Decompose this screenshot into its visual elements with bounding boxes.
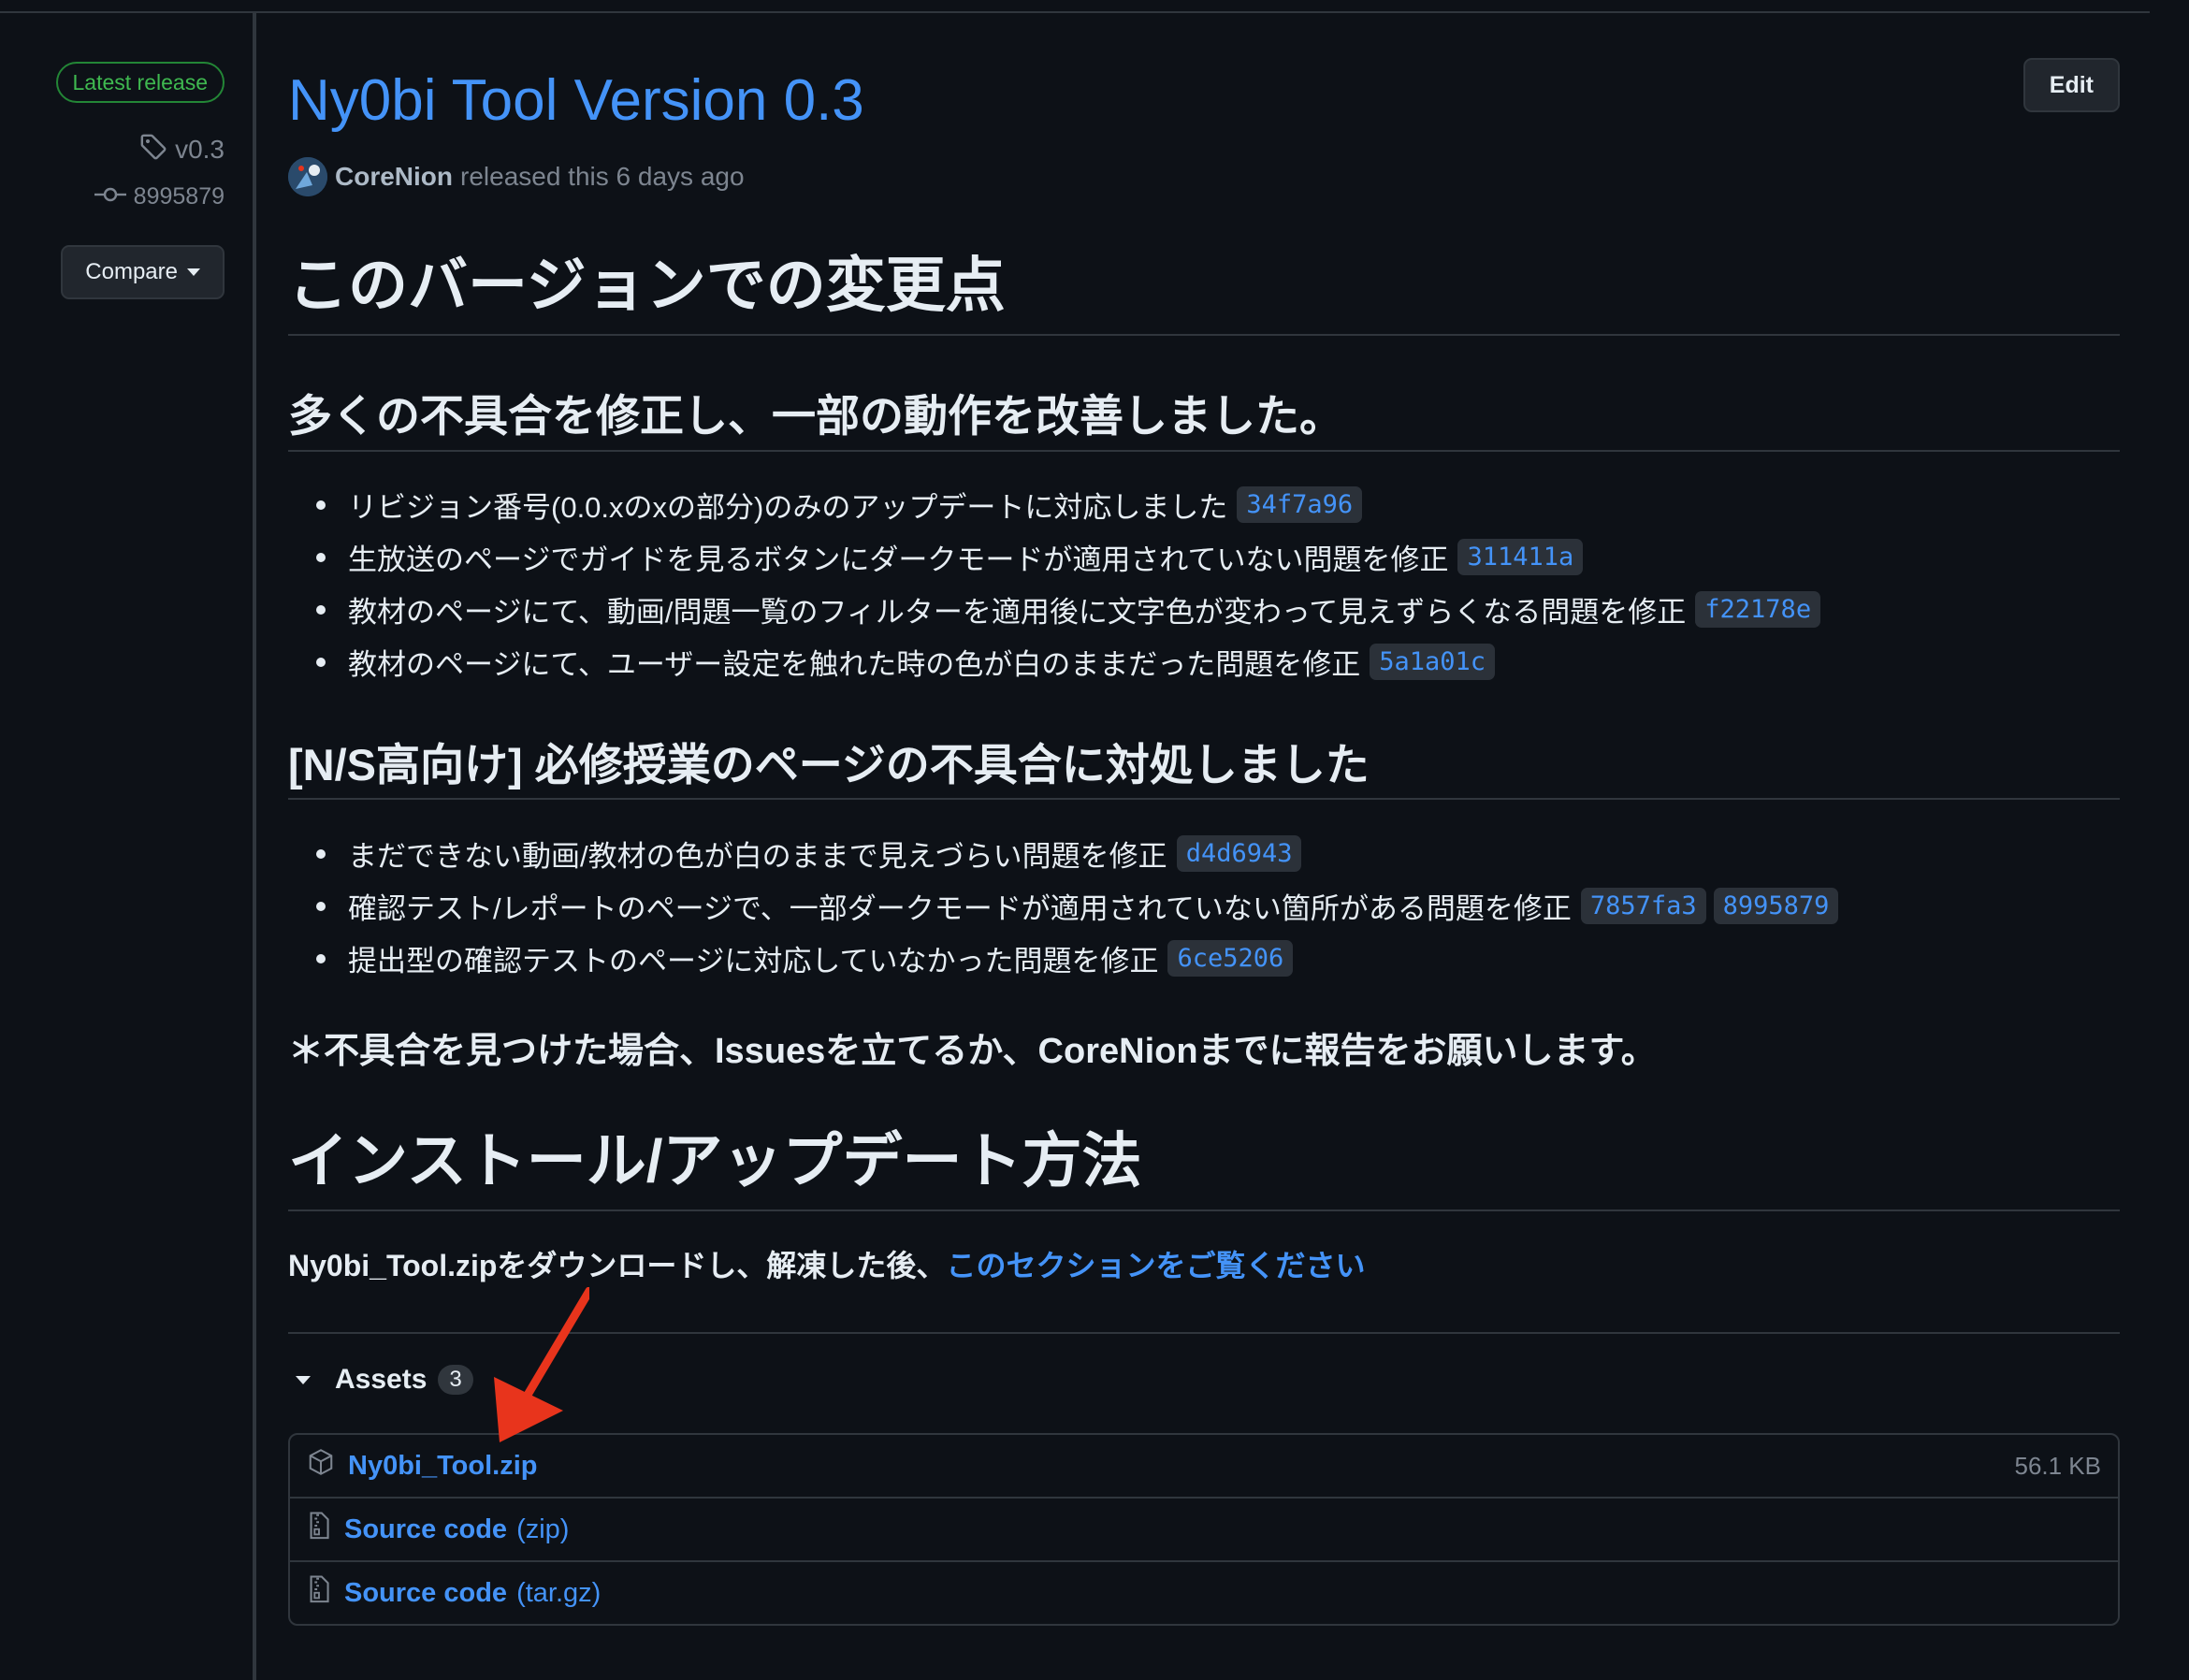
tag-label: v0.3: [175, 135, 225, 164]
tag-icon: [139, 133, 167, 167]
asset-size: 56.1 KB: [2014, 1451, 2101, 1480]
author-avatar[interactable]: [288, 157, 327, 196]
list-item-text: 確認テスト/レポートのページで、一部ダークモードが適用されていない箇所がある問題…: [348, 891, 1572, 925]
section1-heading: 多くの不具合を修正し、一部の動作を改善しました。: [288, 391, 1343, 441]
commit-sha-link[interactable]: d4d6943: [1176, 834, 1302, 872]
top-divider: [0, 11, 2150, 13]
commit-sha-link[interactable]: 5a1a01c: [1370, 643, 1496, 680]
heading-rule: [288, 334, 2120, 336]
heading-rule: [288, 798, 2120, 800]
list-item-text: 生放送のページでガイドを見るボタンにダークモードが適用されていない問題を修正: [348, 543, 1449, 576]
source-targz-link[interactable]: Source code: [344, 1578, 507, 1609]
assets-count: 3: [438, 1365, 473, 1395]
section2-heading: [N/S高向け] 必修授業のページの不具合に対処しました: [288, 740, 1370, 789]
commit-label: 8995879: [133, 182, 225, 210]
commit-sha-link[interactable]: 6ce5206: [1167, 939, 1294, 977]
list-item-text: リビジョン番号(0.0.xのxの部分)のみのアップデートに対応しました: [348, 490, 1228, 524]
commit-sha-link[interactable]: 34f7a96: [1237, 485, 1363, 523]
heading-rule: [288, 450, 2120, 452]
asset-ext: (zip): [516, 1513, 570, 1544]
assets-label: Assets: [335, 1364, 428, 1395]
asset-row: Source code (tar.gz): [290, 1560, 2118, 1624]
edit-button[interactable]: Edit: [2022, 58, 2120, 112]
commit-icon: [94, 183, 126, 210]
tag-link[interactable]: v0.3: [139, 131, 225, 168]
list-item: 提出型の確認テストのページに対応していなかった問題を修正 6ce5206: [288, 932, 1838, 984]
install-section-link[interactable]: このセクションをご覧ください: [946, 1249, 1365, 1282]
list-item: 教材のページにて、ユーザー設定を触れた時の色が白のままだった問題を修正 5a1a0…: [288, 635, 1820, 688]
install-paragraph: Ny0bi_Tool.zipをダウンロードし、解凍した後、このセクションをご覧く…: [288, 1242, 1365, 1285]
issue-note: ＊不具合を見つけた場合、Issuesを立てるか、CoreNionまでに報告をお願…: [288, 1032, 1657, 1071]
install-heading: インストール/アップデート方法: [288, 1127, 1142, 1195]
file-zip-icon: [307, 1575, 331, 1611]
commit-sha-link[interactable]: 311411a: [1457, 538, 1584, 575]
edit-label: Edit: [2049, 71, 2094, 98]
commit-sha-link[interactable]: f22178e: [1695, 590, 1821, 628]
file-zip-icon: [307, 1512, 331, 1547]
list-item: リビジョン番号(0.0.xのxの部分)のみのアップデートに対応しました 34f7a…: [288, 478, 1820, 530]
changes-heading: このバージョンでの変更点: [288, 252, 1006, 319]
release-byline: CoreNion released this 6 days ago: [288, 157, 745, 196]
latest-release-badge: Latest release: [55, 62, 225, 103]
list-item: 生放送のページでガイドを見るボタンにダークモードが適用されていない問題を修正 31…: [288, 530, 1820, 583]
section1-list: リビジョン番号(0.0.xのxの部分)のみのアップデートに対応しました 34f7a…: [288, 478, 1821, 688]
commit-sha-link[interactable]: 7857fa3: [1580, 887, 1706, 924]
source-zip-link[interactable]: Source code: [344, 1514, 507, 1545]
list-item: まだできない動画/教材の色が白のままで見えづらい問題を修正 d4d6943: [288, 827, 1838, 879]
red-arrow-annotation: [494, 1287, 589, 1442]
timeline-divider: [253, 13, 256, 1680]
compare-button[interactable]: Compare: [61, 245, 225, 299]
section2-list: まだできない動画/教材の色が白のままで見えづらい問題を修正 d4d6943 確認テ…: [288, 827, 1839, 984]
asset-row: Source code (zip): [290, 1497, 2118, 1560]
list-item-text: 教材のページにて、ユーザー設定を触れた時の色が白のままだった問題を修正: [348, 647, 1361, 681]
released-text: released this 6 days ago: [460, 162, 745, 191]
assets-toggle[interactable]: Assets 3: [288, 1364, 473, 1396]
commit-sha-link[interactable]: 8995879: [1713, 887, 1839, 924]
compare-label: Compare: [85, 259, 178, 284]
list-item-text: 提出型の確認テストのページに対応していなかった問題を修正: [348, 944, 1159, 978]
list-item: 確認テスト/レポートのページで、一部ダークモードが適用されていない箇所がある問題…: [288, 879, 1839, 932]
list-item-text: 教材のページにて、動画/問題一覧のフィルターを適用後に文字色が変わって見えずらく…: [348, 595, 1687, 629]
author-link[interactable]: CoreNion: [335, 162, 453, 192]
triangle-down-icon: [296, 1375, 311, 1384]
heading-rule: [288, 1209, 2120, 1211]
commit-link[interactable]: 8995879: [94, 180, 225, 213]
package-icon: [307, 1448, 335, 1484]
asset-ext: (tar.gz): [516, 1577, 602, 1608]
install-text: Ny0bi_Tool.zipをダウンロードし、解凍した後、: [288, 1249, 947, 1282]
release-title[interactable]: Ny0bi Tool Version 0.3: [288, 67, 864, 134]
assets-list: Ny0bi_Tool.zip 56.1 KB Source code (zip)…: [288, 1433, 2120, 1626]
list-item-text: まだできない動画/教材の色が白のままで見えづらい問題を修正: [348, 839, 1167, 873]
caret-down-icon: [187, 268, 200, 276]
list-item: 教材のページにて、動画/問題一覧のフィルターを適用後に文字色が変わって見えずらく…: [288, 583, 1821, 635]
